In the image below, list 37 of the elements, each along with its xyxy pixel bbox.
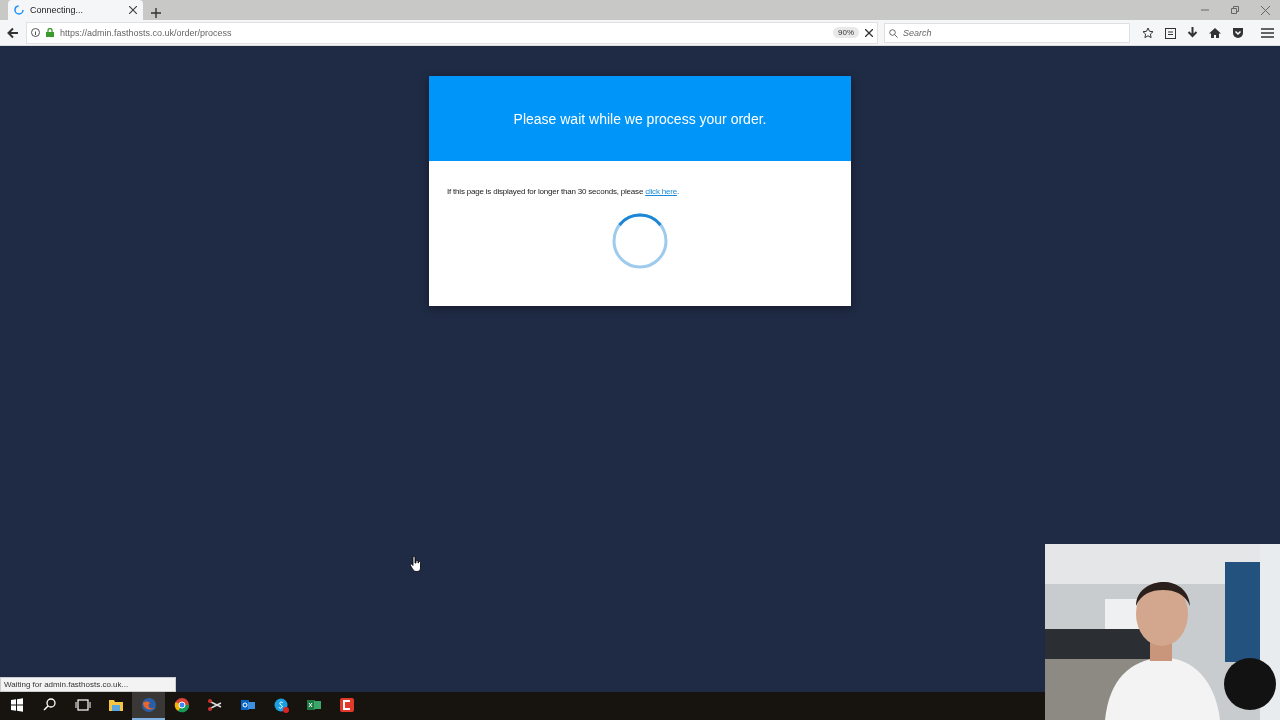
task-view-icon bbox=[74, 697, 91, 713]
home-icon[interactable] bbox=[1209, 26, 1221, 39]
scissors-icon bbox=[206, 697, 223, 713]
loading-spinner-icon bbox=[611, 212, 669, 270]
search-icon bbox=[889, 28, 898, 38]
address-field[interactable]: https://admin.fasthosts.co.uk/order/process 90% bbox=[26, 21, 878, 44]
click-here-link[interactable]: click here bbox=[645, 187, 677, 196]
fox-globe-icon bbox=[140, 697, 157, 713]
status-text: Waiting for admin.fasthosts.co.uk... bbox=[0, 677, 176, 692]
notice-text: If this page is displayed for longer than 30 seconds, please click here. bbox=[447, 187, 680, 196]
lock-icon bbox=[46, 28, 54, 37]
menu-icon[interactable] bbox=[1261, 26, 1274, 39]
zoom-level[interactable]: 90% bbox=[833, 27, 859, 38]
back-icon[interactable] bbox=[6, 25, 20, 40]
spreadsheet-icon bbox=[305, 697, 322, 713]
url-text: https://admin.fasthosts.co.uk/order/process bbox=[60, 27, 233, 38]
close-icon[interactable] bbox=[1261, 5, 1270, 15]
browser-tab[interactable]: Connecting... bbox=[8, 0, 143, 20]
search-field[interactable]: Search bbox=[884, 22, 1130, 43]
restore-icon[interactable] bbox=[1231, 5, 1239, 14]
info-icon[interactable] bbox=[31, 28, 40, 37]
search-icon bbox=[41, 697, 58, 713]
letter-tile-icon bbox=[338, 697, 355, 713]
download-icon[interactable] bbox=[1187, 26, 1198, 39]
hand-cursor-icon bbox=[410, 556, 422, 572]
star-icon[interactable] bbox=[1142, 26, 1154, 39]
mail-icon bbox=[239, 697, 256, 713]
shield-icon[interactable] bbox=[1232, 26, 1244, 39]
new-tab-icon[interactable] bbox=[151, 8, 161, 18]
chat-icon bbox=[272, 697, 289, 713]
clipboard-icon[interactable] bbox=[1165, 26, 1176, 39]
stop-icon[interactable] bbox=[865, 28, 873, 37]
folder-icon bbox=[107, 697, 124, 713]
card-heading: Please wait while we process your order. bbox=[429, 76, 851, 161]
close-tab-icon[interactable] bbox=[129, 6, 137, 14]
ring-icon bbox=[173, 697, 190, 713]
start-icon bbox=[8, 697, 25, 713]
